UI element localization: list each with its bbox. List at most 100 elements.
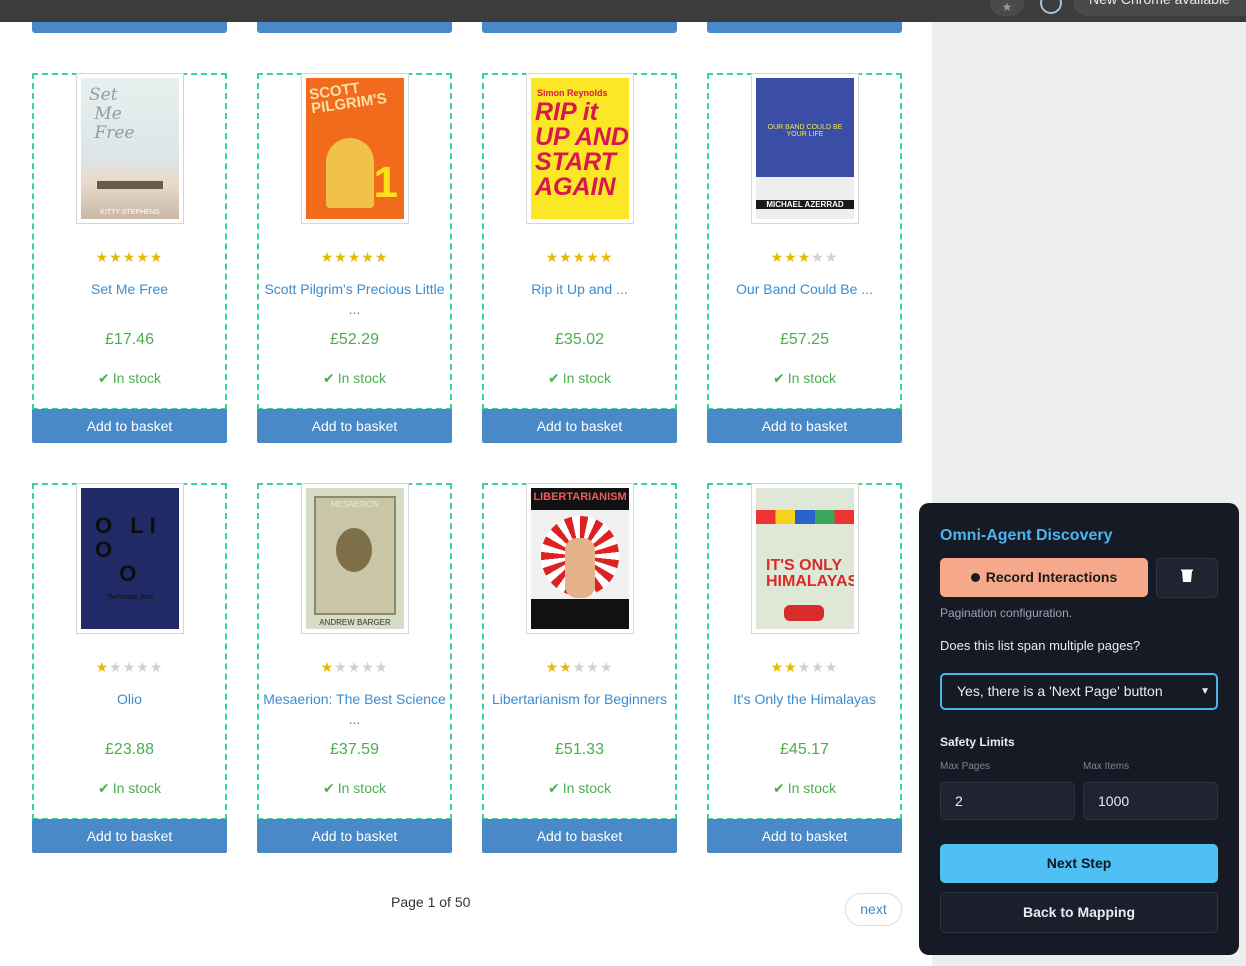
add-to-basket-button[interactable]: Add to basket [482, 409, 677, 443]
cover-title: RIP it UP AND START AGAIN [535, 98, 629, 201]
product-title-link[interactable]: Mesaerion: The Best Science ... [259, 689, 450, 729]
chrome-update-button[interactable]: New Chrome available [1073, 0, 1246, 16]
availability: ✔ In stock [32, 370, 227, 387]
star-icon: ★ [572, 249, 587, 265]
star-icon: ★ [559, 249, 573, 265]
availability: ✔ In stock [257, 780, 452, 797]
cover-author: MICHAEL AZERRAD [756, 200, 854, 209]
add-to-basket-button[interactable]: Add to basket [32, 819, 227, 853]
product-card: IT'S ONLY HIMALAYAS ★★★★★ It's Only the H… [707, 483, 902, 853]
product-price: £37.59 [330, 741, 379, 758]
star-rating: ★★★★★ [482, 659, 677, 676]
check-icon: ✔ [548, 370, 560, 386]
star-icon: ★ [545, 249, 560, 265]
availability: ✔ In stock [707, 780, 902, 797]
product-title-link[interactable]: Olio [34, 689, 225, 709]
star-icon: ★ [811, 659, 825, 675]
product-card: MESAERION ANDREW BARGER ★★★★★ Mesaerion:… [257, 483, 452, 853]
star-rating: ★★★★★ [707, 659, 902, 676]
max-items-input[interactable]: 1000 [1083, 782, 1218, 820]
availability-label: In stock [112, 780, 161, 796]
back-to-mapping-button[interactable]: Back to Mapping [940, 892, 1218, 933]
profile-icon[interactable] [1040, 0, 1062, 14]
star-icon: ★ [334, 659, 348, 675]
book-cover[interactable]: IT'S ONLY HIMALAYAS [751, 483, 859, 634]
book-cover[interactable]: MESAERION ANDREW BARGER [301, 483, 409, 634]
star-icon: ★ [109, 659, 123, 675]
max-items-label: Max Items [1083, 761, 1130, 772]
cover-author: Simon Reynolds [537, 88, 608, 98]
pagination-question: Does this list span multiple pages? [940, 638, 1141, 653]
book-cover[interactable]: O LI O O Tyehimba Jess [76, 483, 184, 634]
availability: ✔ In stock [257, 370, 452, 387]
product-title-link[interactable]: It's Only the Himalayas [709, 689, 900, 709]
availability: ✔ In stock [707, 370, 902, 387]
product-title-link[interactable]: Scott Pilgrim's Precious Little ... [259, 279, 450, 319]
star-icon: ★ [599, 659, 614, 675]
product-card: Set Me Free KITTY STEPHENS ★★★★★ Set Me … [32, 73, 227, 443]
prev-row-basket-button[interactable] [707, 22, 902, 33]
bookmark-star-icon[interactable]: ★ [990, 0, 1024, 16]
prev-row-basket-button[interactable] [482, 22, 677, 33]
cover-figure [565, 538, 595, 598]
pagination-select[interactable]: Yes, there is a 'Next Page' button ▼ [940, 673, 1218, 710]
star-icon: ★ [361, 249, 375, 265]
star-icon: ★ [586, 659, 600, 675]
star-rating: ★★★★★ [257, 249, 452, 266]
star-icon: ★ [136, 249, 150, 265]
next-step-button[interactable]: Next Step [940, 844, 1218, 883]
trash-icon[interactable] [1156, 558, 1218, 598]
add-to-basket-button[interactable]: Add to basket [707, 409, 902, 443]
product-card: OUR BAND COULD BE YOUR LIFE MICHAEL AZER… [707, 73, 902, 443]
star-icon: ★ [136, 659, 150, 675]
cover-title: Set Me Free [89, 85, 135, 143]
star-icon: ★ [122, 659, 137, 675]
product-price: £17.46 [105, 331, 154, 348]
book-cover[interactable]: Set Me Free KITTY STEPHENS [76, 73, 184, 224]
star-icon: ★ [374, 659, 389, 675]
max-pages-input[interactable]: 2 [940, 782, 1075, 820]
star-icon: ★ [109, 249, 123, 265]
product-price: £51.33 [555, 741, 604, 758]
add-to-basket-button[interactable]: Add to basket [257, 819, 452, 853]
check-icon: ✔ [548, 780, 560, 796]
add-to-basket-button[interactable]: Add to basket [707, 819, 902, 853]
cover-author: Tyehimba Jess [106, 594, 154, 601]
product-price: £57.25 [780, 331, 829, 348]
add-to-basket-button[interactable]: Add to basket [32, 409, 227, 443]
star-rating: ★★★★★ [32, 249, 227, 266]
max-pages-label: Max Pages [940, 761, 991, 772]
product-title-link[interactable]: Set Me Free [34, 279, 225, 299]
product-card: Simon Reynolds RIP it UP AND START AGAIN ★★… [482, 73, 677, 443]
star-icon: ★ [122, 249, 137, 265]
star-icon: ★ [797, 249, 812, 265]
product-title-link[interactable]: Our Band Could Be ... [709, 279, 900, 299]
availability: ✔ In stock [482, 780, 677, 797]
book-cover[interactable]: SCOTT PILGRIM'S 1 [301, 73, 409, 224]
book-cover[interactable]: OUR BAND COULD BE YOUR LIFE MICHAEL AZER… [751, 73, 859, 224]
check-icon: ✔ [98, 370, 110, 386]
star-rating: ★★★★★ [32, 659, 227, 676]
product-title-link[interactable]: Rip it Up and ... [484, 279, 675, 299]
add-to-basket-button[interactable]: Add to basket [257, 409, 452, 443]
availability-label: In stock [112, 370, 161, 386]
prev-row-basket-button[interactable] [257, 22, 452, 33]
cover-volume: 1 [373, 158, 398, 207]
star-icon: ★ [784, 249, 798, 265]
safety-limits-title: Safety Limits [940, 735, 1015, 749]
star-icon: ★ [347, 249, 362, 265]
check-icon: ✔ [323, 780, 335, 796]
book-cover[interactable]: Simon Reynolds RIP it UP AND START AGAIN [526, 73, 634, 224]
check-icon: ✔ [773, 780, 785, 796]
bench-shape [97, 181, 163, 189]
record-interactions-button[interactable]: Record Interactions [940, 558, 1148, 597]
next-page-button[interactable]: next [845, 893, 902, 926]
star-icon: ★ [361, 659, 375, 675]
availability: ✔ In stock [32, 780, 227, 797]
product-title-link[interactable]: Libertarianism for Beginners [484, 689, 675, 709]
book-cover[interactable]: LIBERTARIANISM [526, 483, 634, 634]
shoes-shape [784, 605, 824, 621]
prev-row-basket-button[interactable] [32, 22, 227, 33]
availability-label: In stock [787, 780, 836, 796]
add-to-basket-button[interactable]: Add to basket [482, 819, 677, 853]
